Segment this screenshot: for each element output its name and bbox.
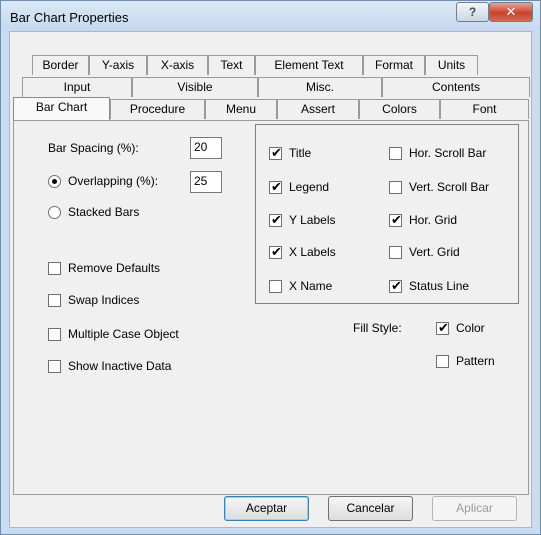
hor-grid-option-label: Hor. Grid — [409, 213, 458, 227]
overlapping-radio[interactable]: Overlapping (%): — [48, 174, 188, 189]
checkbox-box: ✔ — [269, 179, 282, 194]
x-labels-option-label: X Labels — [289, 245, 336, 259]
checkbox-box — [48, 294, 61, 307]
multiple-case-object-checkbox[interactable]: Multiple Case Object — [48, 327, 218, 342]
checkbox-box: ✔ — [269, 145, 282, 160]
tab-input[interactable]: Input — [22, 77, 132, 97]
swap-indices-checkbox[interactable]: Swap Indices — [48, 293, 208, 308]
tab-misc[interactable]: Misc. — [258, 77, 382, 97]
tab-menu[interactable]: Menu — [205, 99, 277, 119]
hor-scroll-bar-option-label: Hor. Scroll Bar — [409, 146, 487, 160]
vert-grid-checkbox[interactable]: Vert. Grid — [389, 245, 517, 260]
accept-button[interactable]: Aceptar — [224, 496, 309, 521]
stacked-bars-radio-indicator — [48, 206, 61, 219]
stacked-bars-label: Stacked Bars — [68, 205, 140, 219]
checkbox-box — [48, 328, 61, 341]
checkbox-box — [389, 246, 402, 259]
checkbox-box: ✔ — [269, 212, 282, 227]
tab-colors[interactable]: Colors — [359, 99, 440, 119]
fill-color-label: Color — [456, 321, 485, 335]
hor-scroll-bar-checkbox[interactable]: Hor. Scroll Bar — [389, 146, 517, 161]
close-button[interactable]: ✕ — [489, 2, 533, 22]
legend-checkbox[interactable]: ✔ Legend — [269, 179, 379, 195]
x-name-checkbox[interactable]: X Name — [269, 279, 379, 294]
checkbox-box: ✔ — [389, 278, 402, 293]
tab-units[interactable]: Units — [425, 55, 478, 75]
status-line-option-label: Status Line — [409, 279, 470, 293]
remove-defaults-label: Remove Defaults — [68, 261, 161, 275]
checkbox-box — [48, 262, 61, 275]
overlapping-input[interactable]: 25 — [190, 171, 222, 193]
vert-grid-option-label: Vert. Grid — [409, 245, 460, 259]
window-title: Bar Chart Properties — [10, 10, 129, 25]
checkbox-box: ✔ — [436, 320, 449, 335]
tab-element-text[interactable]: Element Text — [255, 55, 363, 75]
display-options-group: ✔ Title ✔ Legend ✔ Y Labels ✔ X Labels X… — [255, 124, 519, 304]
tab-bar-chart[interactable]: Bar Chart — [13, 97, 110, 120]
vert-scroll-bar-checkbox[interactable]: Vert. Scroll Bar — [389, 180, 517, 195]
tab-text[interactable]: Text — [208, 55, 255, 75]
help-icon: ? — [468, 5, 477, 19]
tab-format[interactable]: Format — [363, 55, 425, 75]
tab-contents[interactable]: Contents — [382, 77, 530, 97]
radio-dot — [52, 179, 57, 184]
bar-chart-properties-dialog: Bar Chart Properties ? ✕ Border Y-axis X… — [0, 0, 541, 535]
checkbox-box — [389, 147, 402, 160]
fill-color-checkbox[interactable]: ✔ Color — [436, 320, 516, 336]
close-icon: ✕ — [505, 4, 517, 19]
check-mark-icon: ✔ — [271, 145, 282, 160]
dialog-client-area: Border Y-axis X-axis Text Element Text F… — [9, 31, 532, 528]
check-mark-icon: ✔ — [271, 179, 282, 194]
multiple-case-object-label: Multiple Case Object — [68, 327, 179, 341]
hor-grid-checkbox[interactable]: ✔ Hor. Grid — [389, 212, 517, 228]
tab-y-axis[interactable]: Y-axis — [89, 55, 147, 75]
show-inactive-data-checkbox[interactable]: Show Inactive Data — [48, 359, 218, 374]
vert-scroll-bar-option-label: Vert. Scroll Bar — [409, 180, 490, 194]
swap-indices-label: Swap Indices — [68, 293, 140, 307]
status-line-checkbox[interactable]: ✔ Status Line — [389, 278, 517, 294]
checkbox-box: ✔ — [269, 244, 282, 259]
title-checkbox[interactable]: ✔ Title — [269, 145, 379, 161]
fill-pattern-checkbox[interactable]: Pattern — [436, 354, 516, 369]
fill-style-label: Fill Style: — [353, 321, 402, 335]
stacked-bars-radio[interactable]: Stacked Bars — [48, 205, 188, 220]
help-button[interactable]: ? — [456, 2, 489, 22]
x-labels-checkbox[interactable]: ✔ X Labels — [269, 244, 379, 260]
tab-x-axis[interactable]: X-axis — [147, 55, 208, 75]
overlapping-label: Overlapping (%): — [68, 174, 159, 188]
checkbox-box — [48, 360, 61, 373]
check-mark-icon: ✔ — [271, 212, 282, 227]
checkbox-box — [389, 181, 402, 194]
legend-option-label: Legend — [289, 180, 330, 194]
bar-spacing-input[interactable]: 20 — [190, 137, 222, 159]
tab-assert[interactable]: Assert — [277, 99, 359, 119]
bar-chart-tab-panel: Bar Spacing (%): 20 Overlapping (%): 25 … — [13, 120, 529, 495]
checkbox-box: ✔ — [389, 212, 402, 227]
y-labels-checkbox[interactable]: ✔ Y Labels — [269, 212, 379, 228]
tab-font[interactable]: Font — [440, 99, 529, 119]
title-bar[interactable]: Bar Chart Properties ? ✕ — [1, 1, 540, 31]
check-mark-icon: ✔ — [271, 244, 282, 259]
show-inactive-data-label: Show Inactive Data — [68, 359, 172, 373]
check-mark-icon: ✔ — [391, 212, 402, 227]
tab-procedure[interactable]: Procedure — [110, 99, 205, 119]
checkbox-box — [436, 355, 449, 368]
fill-pattern-label: Pattern — [456, 354, 495, 368]
overlapping-radio-indicator — [48, 175, 61, 188]
check-mark-icon: ✔ — [438, 320, 449, 335]
x-name-option-label: X Name — [289, 279, 333, 293]
title-option-label: Title — [289, 146, 312, 160]
tab-border[interactable]: Border — [32, 55, 89, 75]
cancel-button[interactable]: Cancelar — [328, 496, 413, 521]
check-mark-icon: ✔ — [391, 278, 402, 293]
remove-defaults-checkbox[interactable]: Remove Defaults — [48, 261, 208, 276]
y-labels-option-label: Y Labels — [289, 213, 336, 227]
checkbox-box — [269, 280, 282, 293]
tab-visible[interactable]: Visible — [132, 77, 258, 97]
bar-spacing-label: Bar Spacing (%): — [48, 141, 139, 155]
apply-button[interactable]: Aplicar — [432, 496, 517, 521]
